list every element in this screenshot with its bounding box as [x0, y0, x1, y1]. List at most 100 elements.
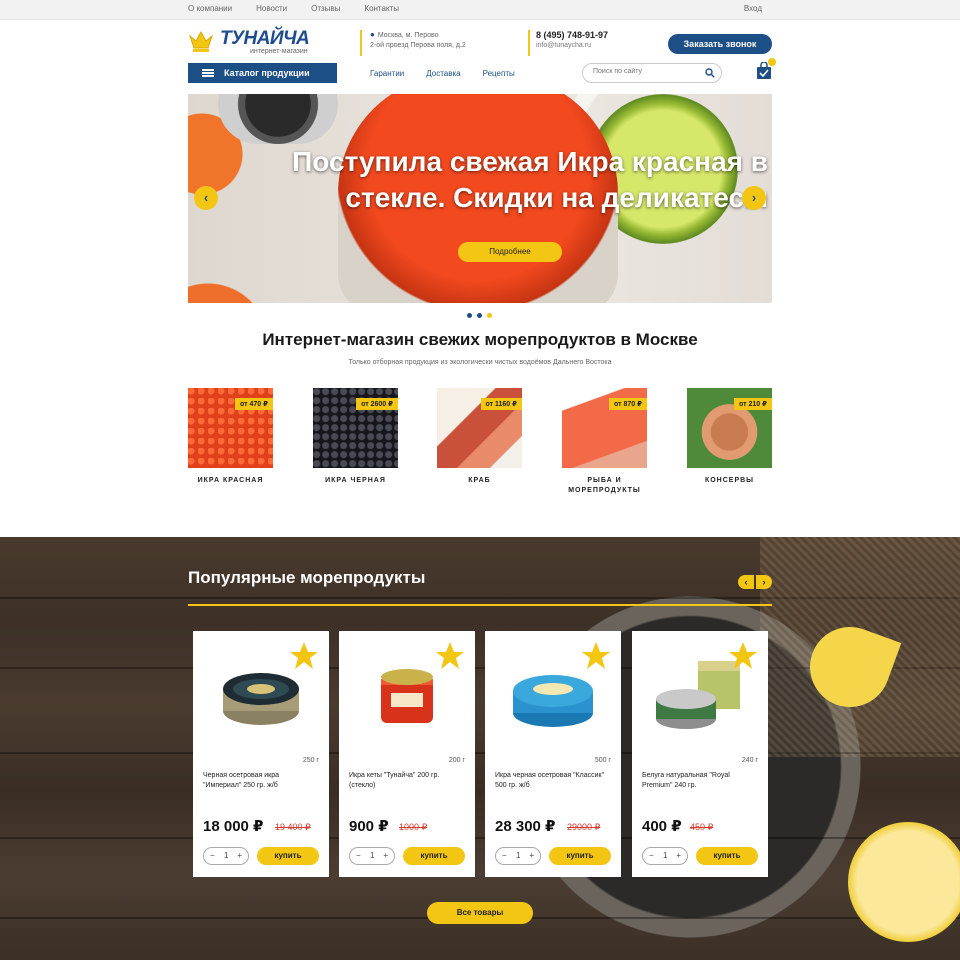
category-price-badge: от 1160 ₽	[480, 398, 522, 410]
product-card[interactable]: 250 г Черная осетровая икра "Империал" 2…	[193, 631, 329, 877]
category-image: от 1160 ₽	[437, 388, 522, 468]
hero-black-caviar-bowl	[218, 94, 338, 144]
qty-decrease-button[interactable]: −	[649, 851, 654, 860]
nav-link-delivery[interactable]: Доставка	[426, 69, 460, 78]
phone-number[interactable]: 8 (495) 748-91-97	[536, 30, 608, 40]
category-price-badge: от 870 ₽	[609, 398, 647, 410]
qty-increase-button[interactable]: +	[237, 851, 242, 860]
hero-slider: Поступила свежая Икра красная в стекле. …	[188, 94, 772, 303]
callback-button[interactable]: Заказать звонок	[668, 34, 772, 54]
carousel-prev-icon[interactable]: ‹	[738, 575, 754, 589]
product-name[interactable]: Черная осетровая икра "Империал" 250 гр.…	[203, 771, 319, 791]
featured-star-icon	[729, 642, 757, 669]
product-card[interactable]: 240 г Белуга натуральная "Royal Premium"…	[632, 631, 768, 877]
brand-name: ТУНАЙЧА	[220, 28, 310, 49]
search-box	[582, 63, 722, 83]
category-red-caviar[interactable]: от 470 ₽ ИКРА КРАСНАЯ	[188, 388, 273, 486]
product-old-price: 1000 ₽	[399, 822, 428, 832]
qty-value: 1	[516, 851, 521, 860]
slider-next-arrow-icon[interactable]: ›	[742, 186, 766, 210]
all-products-button[interactable]: Все товары	[427, 902, 533, 924]
qty-increase-button[interactable]: +	[676, 851, 681, 860]
hero-more-button[interactable]: Подробнее	[458, 242, 562, 262]
crown-icon	[188, 30, 214, 52]
category-canned[interactable]: от 210 ₽ КОНСЕРВЫ	[687, 388, 772, 486]
top-link-about[interactable]: О компании	[188, 4, 232, 13]
popular-title-underline	[188, 604, 772, 606]
category-label: РЫБА И МОРЕПРОДУКТЫ	[568, 477, 641, 494]
slider-dot[interactable]	[477, 313, 482, 318]
cart-button[interactable]	[756, 58, 776, 80]
product-weight: 240 г	[741, 757, 758, 764]
product-weight: 200 г	[448, 757, 465, 764]
category-image: от 470 ₽	[188, 388, 273, 468]
product-weight: 500 г	[594, 757, 611, 764]
popular-carousel-nav: ‹ ›	[738, 575, 772, 589]
catalog-label: Каталог продукции	[224, 68, 310, 78]
product-card[interactable]: 200 г Икра кеты "Тунайча" 200 гр. (стекл…	[339, 631, 475, 877]
qty-value: 1	[370, 851, 375, 860]
carousel-next-icon[interactable]: ›	[756, 575, 772, 589]
nav-link-guarantees[interactable]: Гарантии	[370, 69, 404, 78]
category-black-caviar[interactable]: от 2600 ₽ ИКРА ЧЕРНАЯ	[313, 388, 398, 486]
slider-pagination	[467, 313, 492, 318]
category-fish-seafood[interactable]: от 870 ₽ РЫБА И МОРЕПРОДУКТЫ	[562, 388, 647, 496]
category-price-badge: от 210 ₽	[734, 398, 772, 410]
product-weight: 250 г	[302, 757, 319, 764]
login-link[interactable]: Вход	[744, 4, 762, 13]
qty-decrease-button[interactable]: −	[356, 851, 361, 860]
category-label: КРАБ	[468, 477, 491, 484]
product-old-price: 19 400 ₽	[275, 822, 311, 832]
quantity-stepper[interactable]: − 1 +	[495, 847, 541, 865]
qty-decrease-button[interactable]: −	[502, 851, 507, 860]
search-icon[interactable]	[705, 68, 715, 78]
top-link-reviews[interactable]: Отзывы	[311, 4, 340, 13]
intro-subtitle: Только отборная продукция из экологическ…	[348, 359, 612, 366]
product-old-price: 450 ₽	[690, 822, 714, 832]
buy-button[interactable]: купить	[403, 847, 465, 865]
product-old-price: 29000 ₽	[567, 822, 601, 832]
buy-button[interactable]: купить	[696, 847, 758, 865]
location-pin-icon: ●	[370, 30, 375, 39]
buy-button[interactable]: купить	[549, 847, 611, 865]
featured-star-icon	[582, 642, 610, 669]
lemon-half	[848, 822, 960, 942]
address-line-2: 2-ой проезд Перова поля, д.2	[370, 42, 466, 49]
product-name[interactable]: Икра кеты "Тунайча" 200 гр. (стекло)	[349, 771, 465, 791]
product-card[interactable]: 500 г Икра черная осетровая "Классик" 50…	[485, 631, 621, 877]
quantity-stepper[interactable]: − 1 +	[642, 847, 688, 865]
product-name[interactable]: Белуга натуральная "Royal Premium" 240 г…	[642, 771, 758, 791]
slider-dot[interactable]	[467, 313, 472, 318]
slider-dot-active[interactable]	[487, 313, 492, 318]
product-price: 28 300 ₽	[495, 818, 556, 835]
popular-title: Популярные морепродукты	[188, 568, 426, 587]
product-price: 400 ₽	[642, 818, 682, 835]
qty-increase-button[interactable]: +	[383, 851, 388, 860]
top-link-news[interactable]: Новости	[256, 4, 287, 13]
top-link-contacts[interactable]: Контакты	[364, 4, 399, 13]
product-name[interactable]: Икра черная осетровая "Классик" 500 гр. …	[495, 771, 611, 791]
slider-prev-arrow-icon[interactable]: ‹	[194, 186, 218, 210]
wood-plank-line	[0, 837, 960, 839]
qty-increase-button[interactable]: +	[529, 851, 534, 860]
category-image: от 2600 ₽	[313, 388, 398, 468]
buy-button[interactable]: купить	[257, 847, 319, 865]
category-crab[interactable]: от 1160 ₽ КРАБ	[437, 388, 522, 486]
address-line-1: Москва, м. Перово	[377, 32, 439, 39]
search-input[interactable]	[593, 68, 703, 75]
category-label: ИКРА ЧЕРНАЯ	[325, 477, 386, 484]
intro-title: Интернет-магазин свежих морепродуктов в …	[262, 330, 698, 349]
menu-icon	[202, 69, 214, 77]
nav-link-recipes[interactable]: Рецепты	[483, 69, 515, 78]
top-links: О компании Новости Отзывы Контакты	[188, 4, 399, 13]
product-price: 900 ₽	[349, 818, 389, 835]
catalog-button[interactable]: Каталог продукции	[188, 63, 337, 83]
hero-headline: Поступила свежая Икра красная в стекле. …	[292, 146, 768, 213]
quantity-stepper[interactable]: − 1 +	[349, 847, 395, 865]
popular-products-section: Популярные морепродукты ‹ › 250 г Черная…	[0, 537, 960, 960]
email-address[interactable]: info@tunaycha.ru	[536, 42, 608, 49]
category-grid: от 470 ₽ ИКРА КРАСНАЯ от 2600 ₽ ИКРА ЧЕР…	[188, 388, 772, 503]
qty-decrease-button[interactable]: −	[210, 851, 215, 860]
quantity-stepper[interactable]: − 1 +	[203, 847, 249, 865]
site-logo[interactable]: ТУНАЙЧА интернет-магазин	[188, 28, 318, 58]
